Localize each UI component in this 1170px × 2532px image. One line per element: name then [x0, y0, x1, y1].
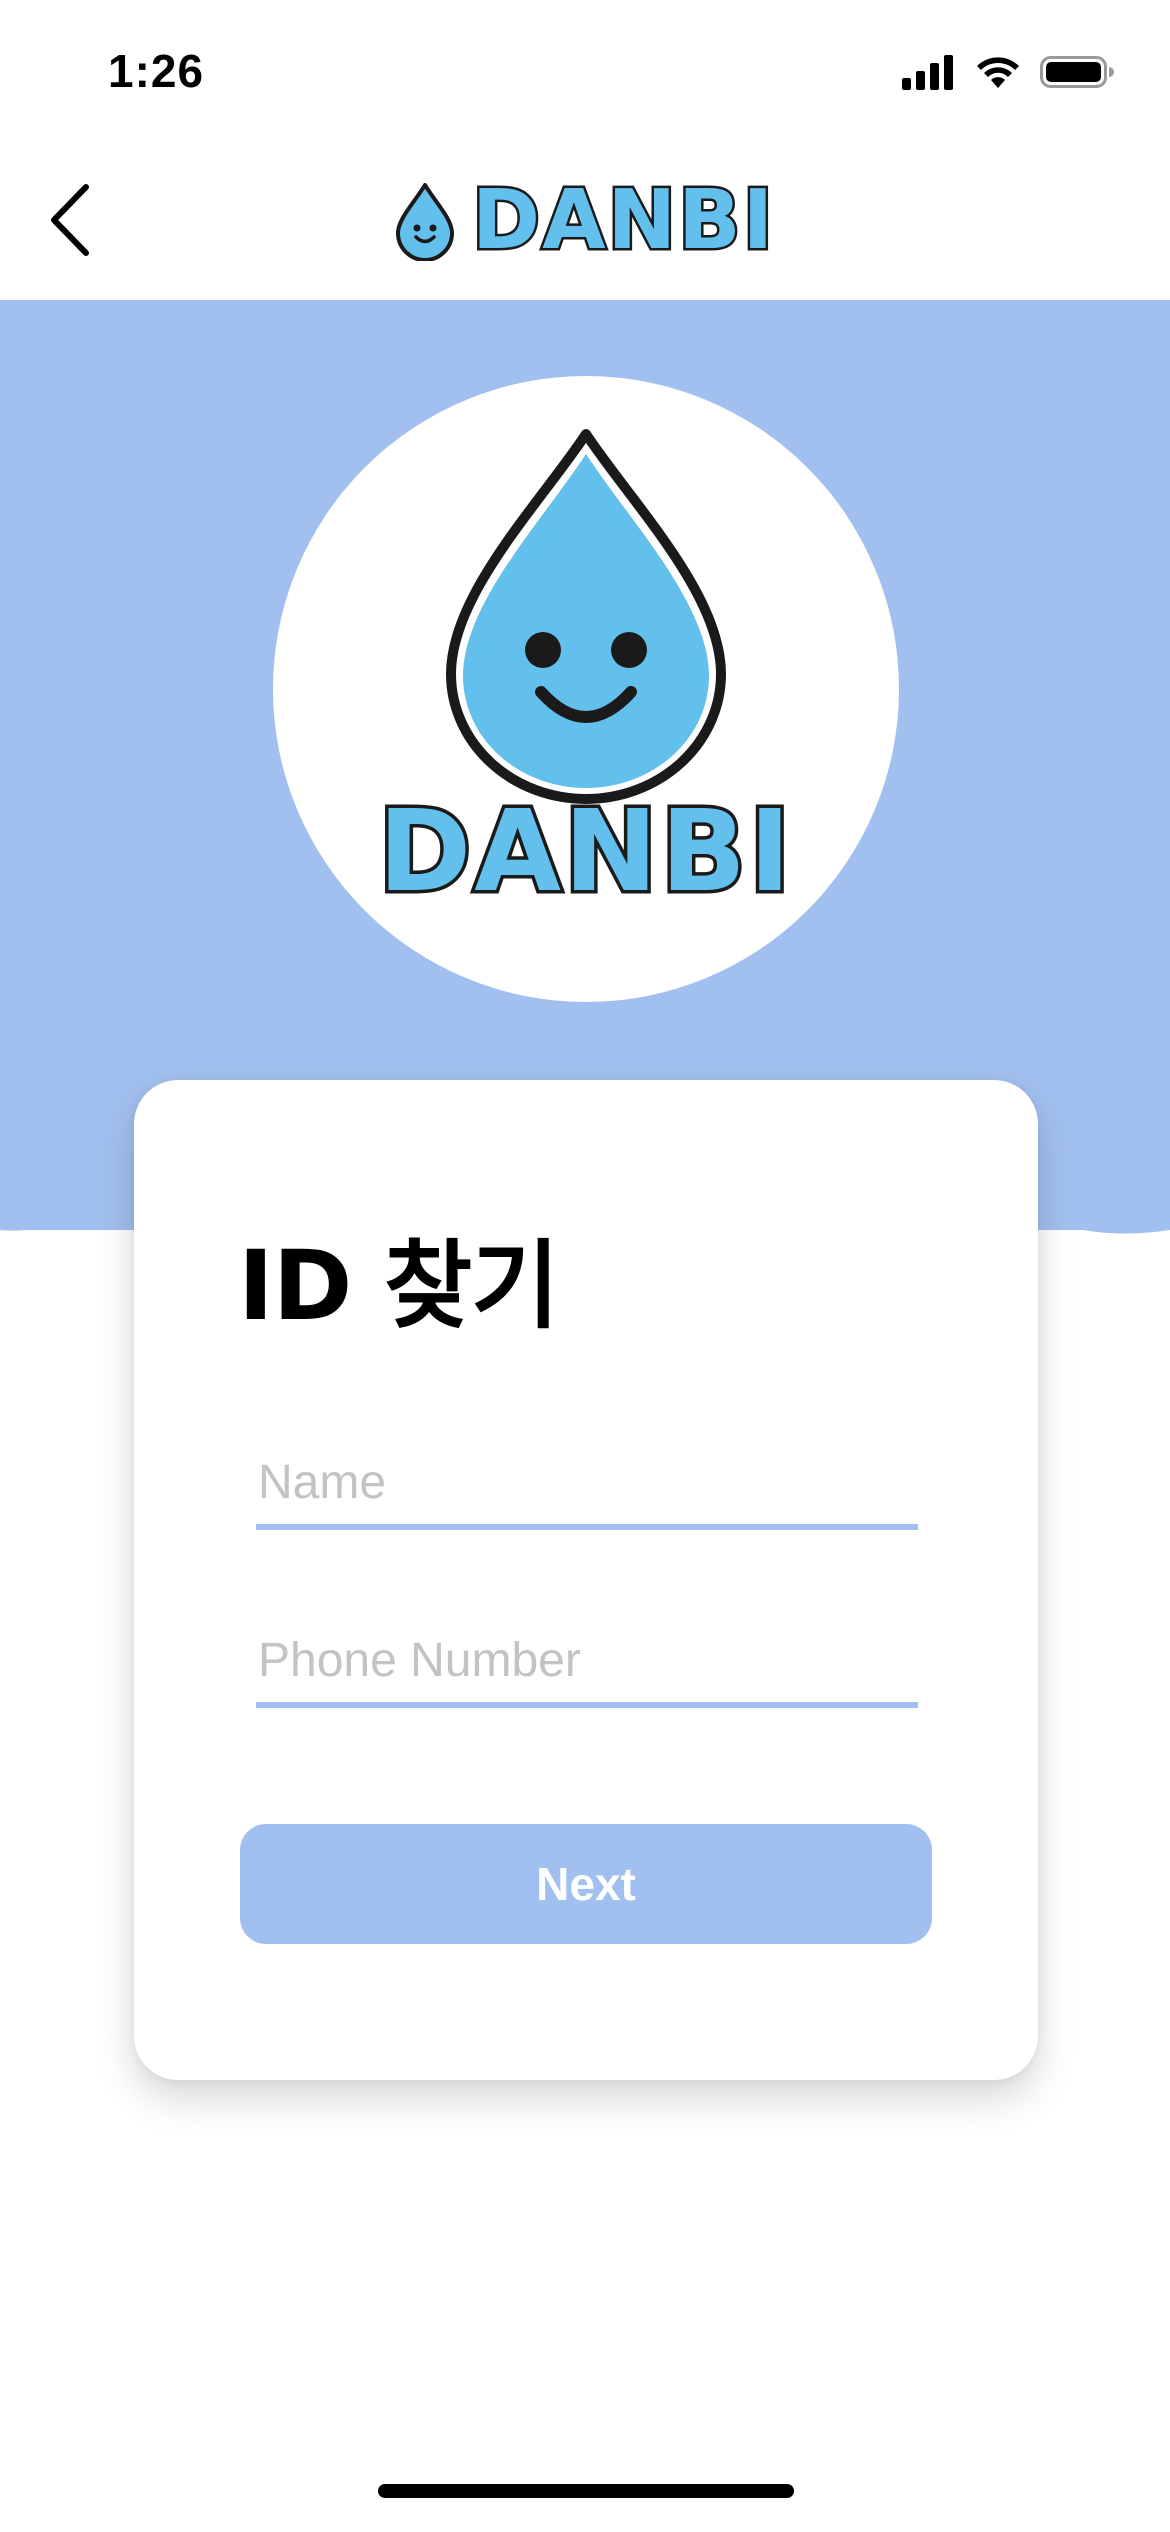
wifi-icon	[977, 57, 1019, 88]
name-field	[256, 1440, 918, 1530]
phone-number-input[interactable]	[256, 1618, 918, 1702]
next-button[interactable]: Next	[240, 1824, 932, 1944]
hero-logo: DANBI	[273, 376, 899, 1002]
water-drop-face-icon	[396, 183, 454, 261]
status-time: 1:26	[108, 45, 205, 97]
back-button[interactable]	[30, 176, 110, 264]
status-bar: 1:26	[0, 0, 1170, 140]
header-logo: DANBI	[392, 173, 776, 268]
chevron-left-icon	[51, 184, 89, 256]
home-indicator[interactable]	[378, 2484, 794, 2498]
header-logo-text: DANBI	[469, 173, 776, 268]
phone-number-field	[256, 1618, 918, 1708]
cellular-signal-icon	[902, 55, 953, 90]
page-title: ID 찾기	[238, 1230, 559, 1342]
find-id-card: ID 찾기 Next	[134, 1080, 1038, 2080]
status-icons	[902, 54, 1116, 90]
battery-icon	[1040, 56, 1114, 88]
hero-logo-text: DANBI	[375, 787, 794, 917]
name-input[interactable]	[256, 1440, 918, 1524]
water-drop-face-icon	[446, 429, 726, 804]
header: DANBI	[0, 140, 1170, 300]
